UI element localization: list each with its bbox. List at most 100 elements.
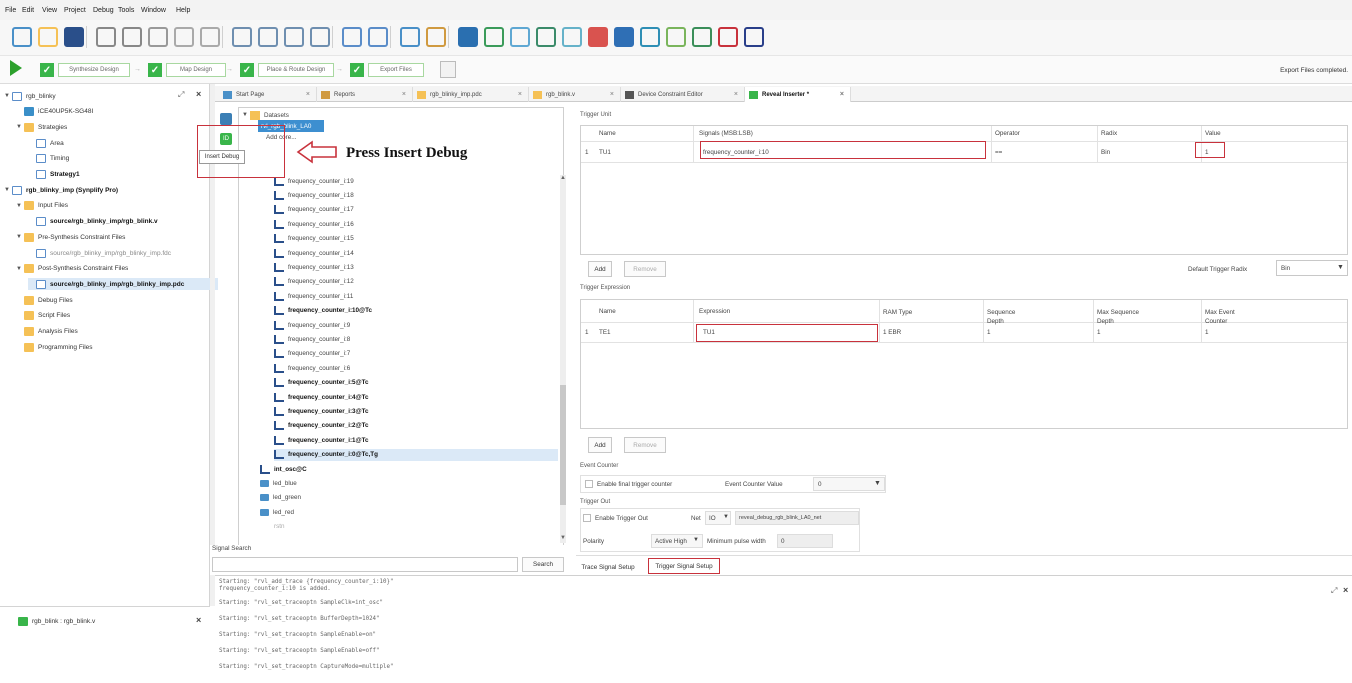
expand-caret-icon[interactable]: ▼	[4, 93, 12, 99]
report-icon[interactable]	[426, 27, 446, 47]
tree-item[interactable]: Script Files	[16, 310, 70, 322]
polarity-select[interactable]: Active High ▼	[651, 534, 703, 548]
tu-remove-button[interactable]: Remove	[624, 261, 666, 277]
menu-view[interactable]: View	[42, 7, 57, 14]
tab-device-constraint-editor[interactable]: Device Constraint Editor ×	[621, 87, 745, 102]
te-maxseq-cell[interactable]: 1	[1097, 329, 1101, 336]
expand-caret-icon[interactable]: ▼	[16, 124, 24, 130]
signal-item[interactable]: frequency_counter_i:18	[274, 189, 354, 201]
signal-item[interactable]: frequency_counter_i:5@Tc	[274, 377, 369, 389]
tu-add-button[interactable]: Add	[588, 261, 612, 277]
core-view-icon[interactable]	[220, 113, 232, 125]
expand-caret-icon[interactable]: ▼	[16, 234, 24, 240]
te-ram-cell[interactable]: 1 EBR	[883, 329, 901, 336]
menu-window[interactable]: Window	[141, 7, 166, 14]
te-maxevent-cell[interactable]: 1	[1205, 329, 1209, 336]
save-icon[interactable]	[64, 27, 84, 47]
te-remove-button[interactable]: Remove	[624, 437, 666, 453]
open-folder-icon[interactable]	[38, 27, 58, 47]
tab-reveal-inserter-[interactable]: Reveal Inserter * ×	[745, 87, 851, 102]
tree-item[interactable]: ▼ Strategies	[16, 121, 67, 133]
signal-item[interactable]: int_osc@C	[260, 463, 307, 475]
close-icon[interactable]: ×	[402, 91, 406, 98]
spreadsheet-icon[interactable]	[510, 27, 530, 47]
timing-icon[interactable]	[562, 27, 582, 47]
signal-item[interactable]: frequency_counter_i:6	[274, 362, 350, 374]
run-all-icon[interactable]	[10, 60, 22, 76]
synplify-icon[interactable]	[666, 27, 686, 47]
signal-item[interactable]: frequency_counter_i:3@Tc	[274, 405, 369, 417]
signal-item[interactable]: frequency_counter_i:7	[274, 348, 350, 360]
te-add-button[interactable]: Add	[588, 437, 612, 453]
close-icon[interactable]: ×	[610, 91, 614, 98]
tree-item[interactable]: ▼ rgb_blinky	[4, 90, 56, 102]
signal-item[interactable]: frequency_counter_i:4@Tc	[274, 391, 369, 403]
expand-caret-icon[interactable]: ▼	[242, 112, 250, 118]
te-seq-cell[interactable]: 1	[987, 329, 991, 336]
tree-item[interactable]: ▼ rgb_blinky_imp (Synplify Pro)	[4, 184, 118, 196]
scroll-down-icon[interactable]: ▼	[560, 535, 566, 541]
close-icon[interactable]: ×	[306, 91, 310, 98]
menu-edit[interactable]: Edit	[22, 7, 34, 14]
new-file-icon[interactable]	[12, 27, 32, 47]
programmer-icon[interactable]	[640, 27, 660, 47]
flow-step-export[interactable]: ✓ Export Files	[350, 62, 424, 78]
enable-counter-checkbox[interactable]	[585, 480, 593, 488]
flow-options-icon[interactable]	[440, 61, 456, 78]
close-icon[interactable]: ×	[840, 91, 844, 98]
tab-reports[interactable]: Reports ×	[317, 87, 413, 102]
tree-item[interactable]: source/rgb_blinky_imp/rgb_blinky_imp.fdc	[28, 247, 171, 259]
expand-caret-icon[interactable]: ▼	[4, 187, 12, 193]
min-pulse-field[interactable]: 0	[777, 534, 833, 548]
zoom-out-icon[interactable]	[258, 27, 278, 47]
signal-item[interactable]: frequency_counter_i:10@Tc	[274, 305, 372, 317]
tu-radix-cell[interactable]: Bin	[1101, 149, 1110, 156]
tree-item[interactable]: source/rgb_blinky_imp/rgb_blinky_imp.pdc	[28, 278, 224, 291]
signal-icon[interactable]	[718, 27, 738, 47]
close-icon[interactable]: ×	[196, 615, 201, 625]
close-icon[interactable]: ×	[734, 91, 738, 98]
net-type-select[interactable]: IO ▼	[705, 511, 731, 525]
tree-item[interactable]: Strategy1	[28, 169, 80, 181]
tree-item[interactable]: Analysis Files	[16, 326, 78, 338]
zoom-in-icon[interactable]	[232, 27, 252, 47]
tree-item[interactable]: Programming Files	[16, 341, 93, 353]
scroll-up-icon[interactable]: ▲	[560, 175, 566, 181]
signal-item[interactable]: frequency_counter_i:11	[274, 290, 353, 302]
hierarchy-item[interactable]: rgb_blink : rgb_blink.v	[18, 615, 95, 627]
signal-item[interactable]: rstn	[274, 521, 285, 533]
paste-icon[interactable]	[200, 27, 220, 47]
tab-trace-signal-setup[interactable]: Trace Signal Setup	[578, 560, 638, 574]
signal-item[interactable]: led_red	[260, 506, 294, 518]
te-name-cell[interactable]: TE1	[599, 329, 611, 336]
signal-item[interactable]: frequency_counter_i:8	[274, 333, 350, 345]
menu-help[interactable]: Help	[176, 7, 190, 14]
signal-item[interactable]: frequency_counter_i:19	[274, 175, 354, 187]
scrollbar[interactable]	[560, 175, 566, 543]
copy-icon[interactable]	[174, 27, 194, 47]
signal-item[interactable]: frequency_counter_i:13	[274, 261, 354, 273]
modelsim-icon[interactable]	[744, 27, 764, 47]
event-counter-select[interactable]: 0 ▼	[813, 477, 885, 491]
menu-file[interactable]: File	[5, 7, 16, 14]
tree-item[interactable]: ▼ Input Files	[16, 200, 68, 212]
signal-item[interactable]: led_blue	[260, 477, 297, 489]
close-icon[interactable]: ×	[518, 91, 522, 98]
menu-debug[interactable]: Debug	[93, 7, 114, 14]
floorplan-icon[interactable]	[536, 27, 556, 47]
tree-item[interactable]: Area	[28, 137, 64, 149]
expand-caret-icon[interactable]: ▼	[16, 266, 24, 272]
flow-step-place-route[interactable]: ✓ Place & Route Design	[240, 62, 334, 78]
tab-start-page[interactable]: Start Page ×	[219, 87, 317, 102]
signal-search-input[interactable]	[212, 557, 518, 572]
tree-item[interactable]: iCE40UP5K-SG48I	[16, 106, 93, 118]
signal-item[interactable]: led_green	[260, 492, 301, 504]
tab-rgb-blink-v[interactable]: rgb_blink.v ×	[529, 87, 621, 102]
redo-icon[interactable]	[122, 27, 142, 47]
cut-icon[interactable]	[148, 27, 168, 47]
signal-item[interactable]: frequency_counter_i:17	[274, 204, 354, 216]
reveal-icon[interactable]	[614, 27, 634, 47]
tab-trigger-signal-setup[interactable]: Trigger Signal Setup	[648, 558, 720, 574]
tu-name-cell[interactable]: TU1	[599, 149, 611, 156]
sim-icon[interactable]	[692, 27, 712, 47]
